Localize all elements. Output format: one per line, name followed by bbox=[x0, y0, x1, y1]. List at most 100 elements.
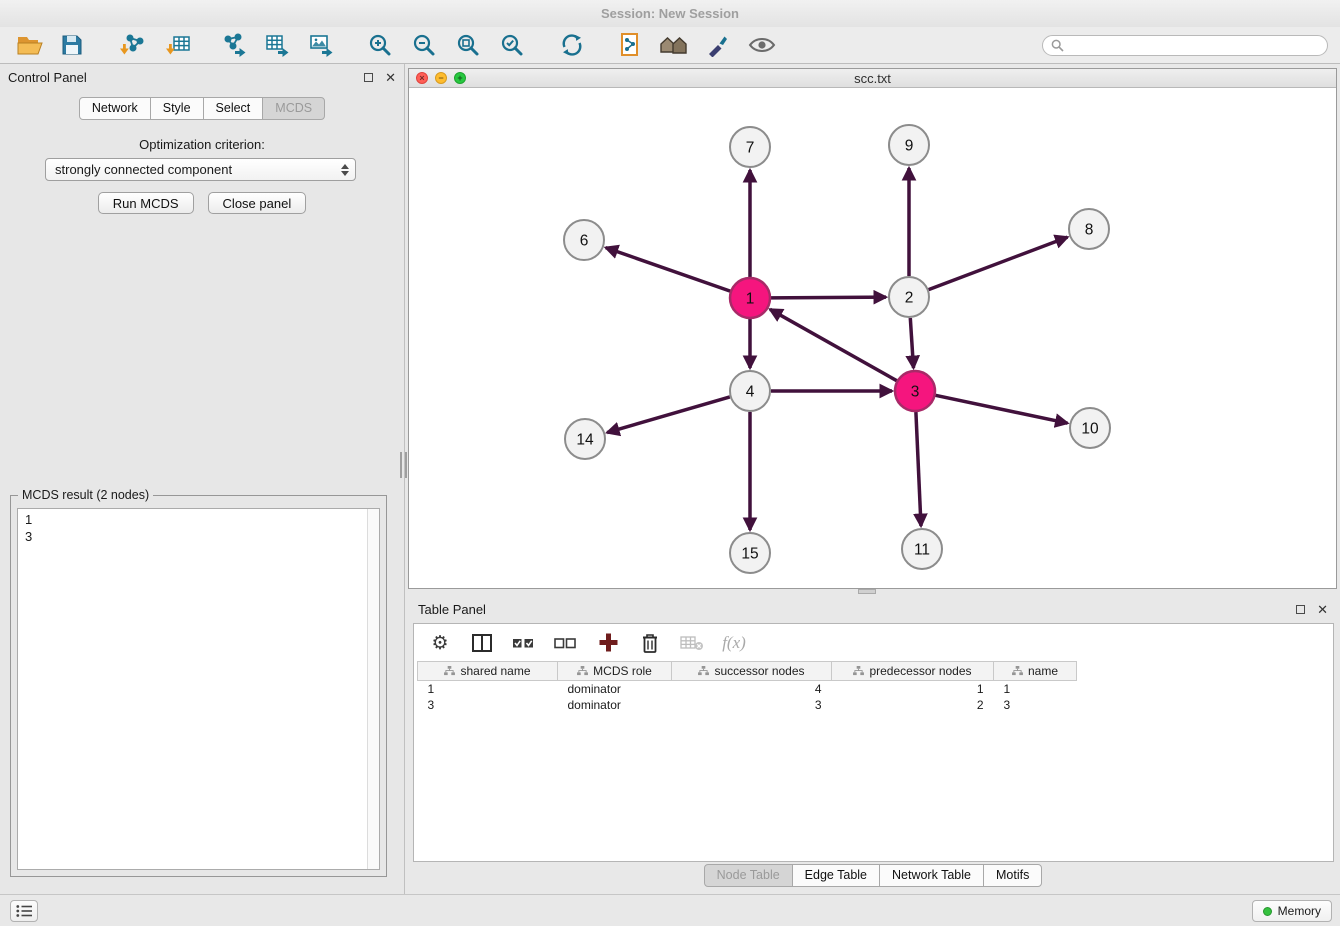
delete-column-button[interactable] bbox=[638, 630, 662, 656]
graph-node-14[interactable]: 14 bbox=[565, 419, 605, 459]
result-item: 3 bbox=[25, 528, 372, 545]
mcds-result-list[interactable]: 1 3 bbox=[17, 508, 380, 870]
close-panel-icon[interactable]: ✕ bbox=[385, 71, 396, 84]
table-cell[interactable]: 3 bbox=[418, 697, 558, 713]
horizontal-splitter-grip[interactable] bbox=[858, 589, 876, 594]
criterion-dropdown[interactable]: strongly connected component bbox=[45, 158, 356, 181]
open-session-button[interactable] bbox=[14, 29, 46, 61]
table-cell[interactable]: dominator bbox=[558, 681, 672, 697]
table-cell[interactable]: 1 bbox=[832, 681, 994, 697]
table-toolbar: ⚙ bbox=[414, 624, 1333, 661]
table-row[interactable]: 3dominator323 bbox=[418, 697, 1077, 713]
graph-node-11[interactable]: 11 bbox=[902, 529, 942, 569]
window-controls: × − + bbox=[416, 72, 466, 84]
import-network-button[interactable] bbox=[116, 29, 148, 61]
tab-network-table[interactable]: Network Table bbox=[879, 864, 984, 887]
network-window-titlebar[interactable]: × − + scc.txt bbox=[409, 69, 1336, 88]
graph-node-6[interactable]: 6 bbox=[564, 220, 604, 260]
unselect-all-columns-button[interactable] bbox=[554, 630, 578, 656]
create-column-button[interactable] bbox=[596, 630, 620, 656]
status-bar: Memory bbox=[0, 894, 1340, 926]
duplicate-network-button[interactable] bbox=[614, 29, 646, 61]
export-table-button[interactable] bbox=[262, 29, 294, 61]
tab-select[interactable]: Select bbox=[203, 97, 264, 120]
graph-node-4[interactable]: 4 bbox=[730, 371, 770, 411]
network-canvas[interactable]: 1 2 3 4 6 7 8 9 10 11 14 15 bbox=[409, 88, 1336, 587]
export-image-button[interactable] bbox=[306, 29, 338, 61]
table-cell[interactable]: 1 bbox=[418, 681, 558, 697]
zoom-fit-icon bbox=[455, 32, 481, 58]
select-all-columns-button[interactable] bbox=[512, 630, 536, 656]
zoom-selected-button[interactable] bbox=[496, 29, 528, 61]
table-cell[interactable]: dominator bbox=[558, 697, 672, 713]
home-button[interactable] bbox=[658, 29, 690, 61]
table-panel: Table Panel ✕ ⚙ bbox=[408, 596, 1338, 890]
tab-style[interactable]: Style bbox=[150, 97, 204, 120]
graph-node-label: 6 bbox=[580, 233, 589, 250]
column-tree-icon bbox=[577, 665, 588, 679]
tab-motifs[interactable]: Motifs bbox=[983, 864, 1042, 887]
table-card: ⚙ bbox=[413, 623, 1334, 862]
mcds-result-group: MCDS result (2 nodes) 1 3 bbox=[10, 495, 387, 877]
table-cell[interactable]: 3 bbox=[672, 697, 832, 713]
graph-edge-4-14[interactable] bbox=[607, 397, 730, 433]
column-header-shared-name[interactable]: shared name bbox=[418, 662, 558, 681]
result-scrollbar[interactable] bbox=[367, 509, 379, 869]
memory-button[interactable]: Memory bbox=[1252, 900, 1332, 922]
graph-node-2[interactable]: 2 bbox=[889, 277, 929, 317]
vertical-splitter-grip[interactable] bbox=[400, 452, 407, 478]
export-network-button[interactable] bbox=[218, 29, 250, 61]
close-table-panel-icon[interactable]: ✕ bbox=[1317, 603, 1328, 616]
task-history-button[interactable] bbox=[10, 900, 38, 922]
save-session-button[interactable] bbox=[56, 29, 88, 61]
import-table-button[interactable] bbox=[162, 29, 194, 61]
search-input[interactable] bbox=[1069, 38, 1319, 52]
table-cell[interactable]: 2 bbox=[832, 697, 994, 713]
column-header-successor-nodes[interactable]: successor nodes bbox=[672, 662, 832, 681]
graph-node-7[interactable]: 7 bbox=[730, 127, 770, 167]
network-window: × − + scc.txt 1 2 3 4 6 7 8 9 10 11 14 15 bbox=[408, 68, 1337, 589]
minimize-window-icon[interactable]: − bbox=[435, 72, 447, 84]
table-settings-button[interactable]: ⚙ bbox=[428, 630, 452, 656]
search-box[interactable] bbox=[1042, 35, 1328, 56]
close-window-icon[interactable]: × bbox=[416, 72, 428, 84]
tab-mcds[interactable]: MCDS bbox=[262, 97, 325, 120]
table-cell[interactable]: 3 bbox=[994, 697, 1077, 713]
maximize-window-icon[interactable]: + bbox=[454, 72, 466, 84]
table-row[interactable]: 1dominator411 bbox=[418, 681, 1077, 697]
zoom-fit-button[interactable] bbox=[452, 29, 484, 61]
graph-edge-1-6[interactable] bbox=[606, 248, 731, 292]
function-builder-button: f(x) bbox=[722, 630, 746, 656]
zoom-out-button[interactable] bbox=[408, 29, 440, 61]
table-cell[interactable]: 1 bbox=[994, 681, 1077, 697]
tab-node-table[interactable]: Node Table bbox=[704, 864, 793, 887]
graph-node-15[interactable]: 15 bbox=[730, 533, 770, 573]
table-cell[interactable]: 4 bbox=[672, 681, 832, 697]
apply-style-button[interactable] bbox=[702, 29, 734, 61]
column-header-predecessor-nodes[interactable]: predecessor nodes bbox=[832, 662, 994, 681]
column-header-mcds-role[interactable]: MCDS role bbox=[558, 662, 672, 681]
float-table-panel-icon[interactable] bbox=[1296, 605, 1305, 614]
show-hide-button[interactable] bbox=[746, 29, 778, 61]
zoom-in-button[interactable] bbox=[364, 29, 396, 61]
title-bar[interactable]: Session: New Session bbox=[0, 0, 1340, 27]
tab-edge-table[interactable]: Edge Table bbox=[792, 864, 880, 887]
tab-network[interactable]: Network bbox=[79, 97, 151, 120]
float-panel-icon[interactable] bbox=[364, 73, 373, 82]
close-panel-button[interactable]: Close panel bbox=[208, 192, 307, 214]
graph-node-10[interactable]: 10 bbox=[1070, 408, 1110, 448]
apply-layout-button[interactable] bbox=[556, 29, 588, 61]
graph-node-1[interactable]: 1 bbox=[730, 278, 770, 318]
graph-edge-3-11[interactable] bbox=[916, 412, 921, 526]
graph-node-9[interactable]: 9 bbox=[889, 125, 929, 165]
graph-edge-3-10[interactable] bbox=[936, 395, 1068, 423]
graph-node-3[interactable]: 3 bbox=[895, 371, 935, 411]
graph-edge-3-1[interactable] bbox=[770, 309, 897, 380]
graph-edge-2-3[interactable] bbox=[910, 318, 913, 368]
graph-edge-2-8[interactable] bbox=[929, 237, 1068, 290]
run-mcds-button[interactable]: Run MCDS bbox=[98, 192, 194, 214]
show-columns-button[interactable] bbox=[470, 630, 494, 656]
graph-edge-1-2[interactable] bbox=[771, 297, 886, 298]
column-header-name[interactable]: name bbox=[994, 662, 1077, 681]
graph-node-8[interactable]: 8 bbox=[1069, 209, 1109, 249]
